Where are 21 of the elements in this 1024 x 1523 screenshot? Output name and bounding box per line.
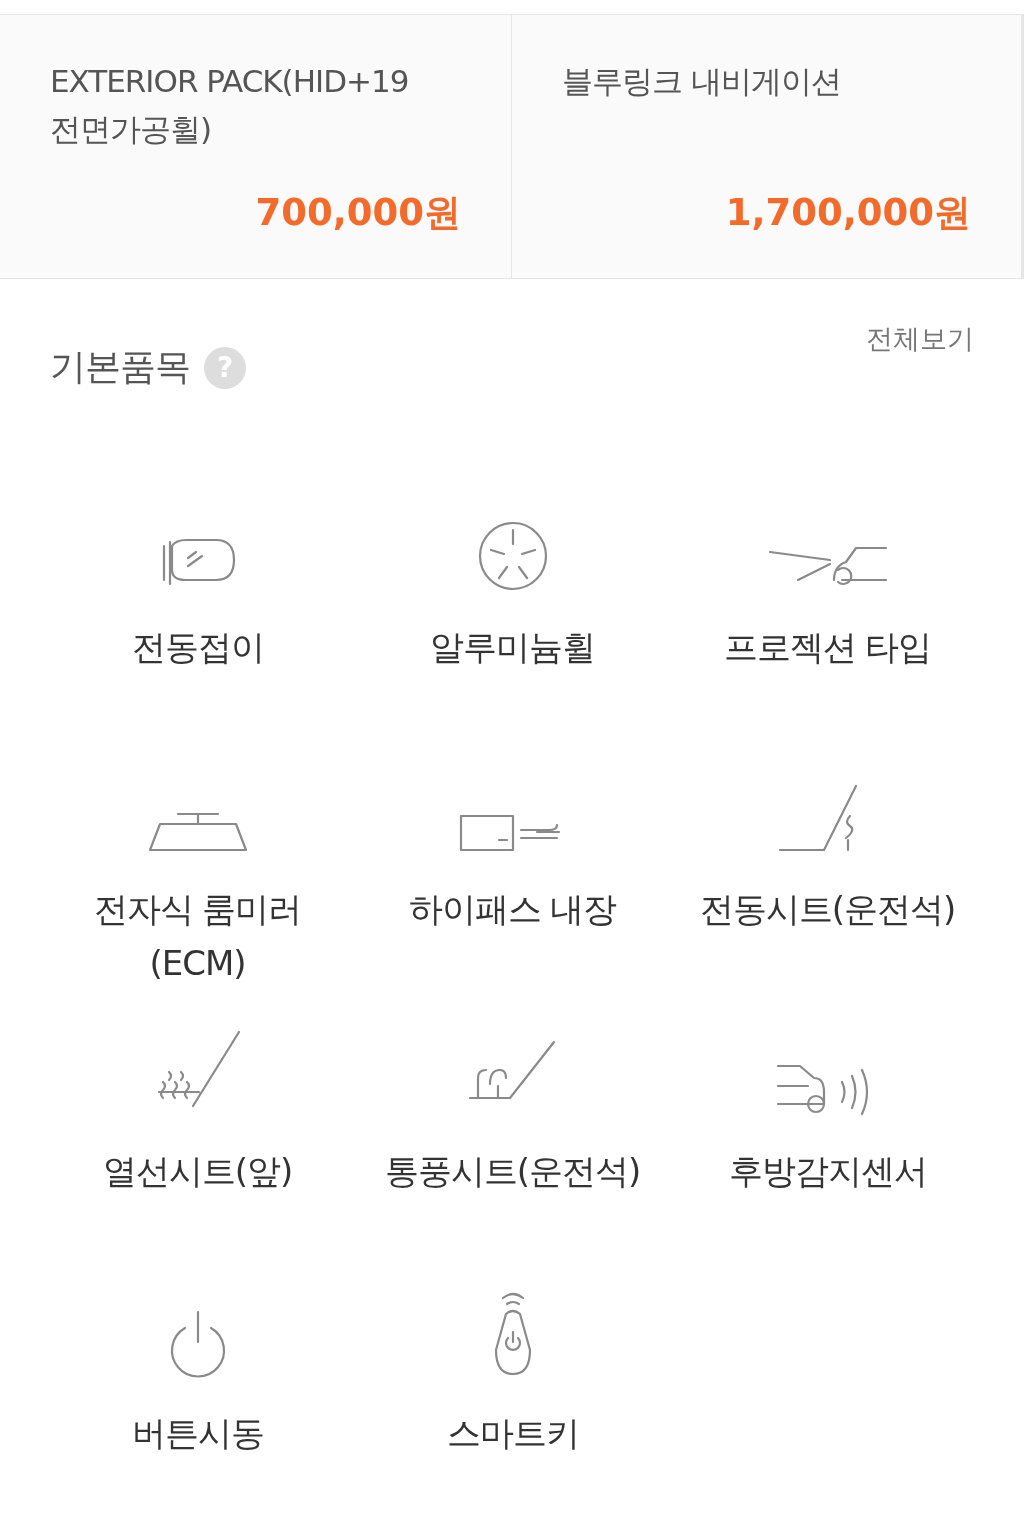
- feature-label: 전동접이: [130, 626, 265, 669]
- package-card[interactable]: 블루링크 내비게이션 1,700,000원: [511, 15, 1024, 278]
- view-all-link[interactable]: 전체보기: [866, 321, 974, 357]
- feature-label: 알루미늄휠: [429, 626, 596, 669]
- feature-label: 전자식 룸미러(ECM): [92, 888, 303, 985]
- feature-label: 프로젝션 타입: [722, 626, 933, 669]
- wheel-icon: [476, 520, 549, 592]
- package-name: EXTERIOR PACK(HID+19 전면가공휠): [50, 62, 410, 149]
- package-card[interactable]: EXTERIOR PACK(HID+19 전면가공휠) 700,000원: [0, 15, 511, 278]
- section-title: 기본품목: [50, 345, 190, 389]
- feature-label: 전동시트(운전석): [698, 888, 957, 931]
- feature-label: 통풍시트(운전석): [383, 1150, 642, 1193]
- feature-label: 하이패스 내장: [407, 888, 618, 931]
- feature-label: 버튼시동: [130, 1412, 265, 1455]
- package-price: 700,000원: [255, 190, 461, 236]
- package-price: 1,700,000원: [725, 190, 971, 236]
- feature-label: 스마트키: [445, 1412, 580, 1455]
- package-name: 블루링크 내비게이션: [562, 62, 842, 101]
- feature-label: 후방감지센서: [727, 1150, 928, 1193]
- feature-label: 열선시트(앞): [101, 1150, 294, 1193]
- rearview-mirror-icon: [147, 812, 248, 854]
